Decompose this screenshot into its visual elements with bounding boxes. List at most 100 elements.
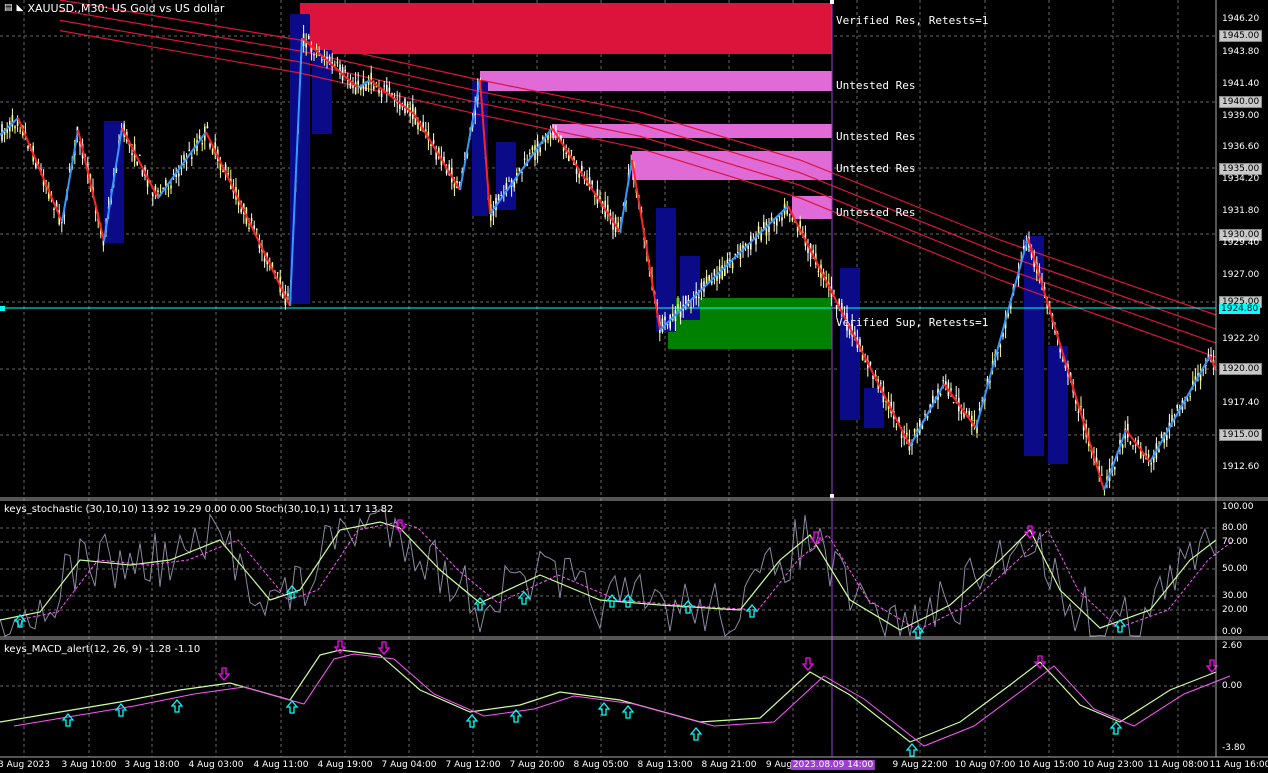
candle-body (1166, 434, 1168, 441)
candle-body (664, 316, 666, 321)
candle-body (960, 411, 963, 415)
candle-body (1186, 399, 1189, 402)
candle-body (1062, 359, 1064, 362)
arrow-up-icon (621, 704, 635, 719)
macd-title: keys_MACD_alert(12, 26, 9) -1.28 -1.10 (4, 644, 201, 655)
candle-body (518, 167, 521, 172)
zigzag-segment (157, 131, 207, 199)
chart-canvas[interactable] (0, 0, 1268, 773)
candle-body (250, 217, 253, 222)
chart-title: ▤ ◣ XAUUSD.,M30: US Gold vs US dollar (4, 2, 224, 15)
candle-body (1101, 474, 1103, 476)
zigzag-segment (631, 159, 661, 331)
price-tick: 1931.80 (1222, 206, 1260, 216)
zone-untested-res (792, 196, 832, 219)
time-label: 4 Aug 03:00 (188, 760, 244, 770)
candle-body (591, 180, 593, 185)
price-tick: 1936.60 (1222, 142, 1260, 152)
zigzag-segment (909, 383, 945, 447)
candle-body (240, 209, 242, 213)
time-label: 3 Aug 10:00 (61, 760, 117, 770)
candle-body (508, 180, 510, 182)
candle-body (529, 152, 531, 155)
macd-level: -3.80 (1222, 743, 1246, 753)
candle-body (287, 293, 289, 296)
arrow-up-icon (285, 699, 299, 714)
price-tick: 1927.00 (1222, 270, 1260, 280)
candle-body (913, 428, 916, 433)
time-label: 10 Aug 23:00 (1082, 760, 1144, 770)
zigzag-segment (1103, 429, 1127, 491)
toolbar-icon[interactable]: ◣ (17, 3, 24, 14)
candle-body (170, 185, 172, 189)
stoch-level: 70.00 (1222, 537, 1248, 547)
zigzag-segment (1149, 355, 1211, 463)
candle-body (1176, 405, 1178, 408)
time-label: 11 Aug 16:00 (1209, 760, 1268, 770)
price-level-boxed: 1940.00 (1219, 96, 1263, 108)
candle-body (365, 84, 367, 91)
vline-anchor-top (830, 0, 834, 4)
time-label: 8 Aug 13:00 (637, 760, 693, 770)
candle-body (786, 210, 788, 215)
candle-body (565, 152, 567, 155)
candle-body (531, 146, 534, 150)
candle-body (1158, 449, 1160, 453)
stoch-level: 0.00 (1222, 627, 1243, 637)
time-label: 3 Aug 2023 (0, 760, 50, 770)
zone-verified-res (300, 3, 832, 54)
hline-anchor (0, 306, 5, 311)
candle-body (1132, 445, 1134, 447)
arrow-up-icon (170, 698, 184, 713)
zigzag-segment (551, 127, 621, 233)
price-level-boxed: 1945.00 (1219, 30, 1263, 42)
stochastic-title: keys_stochastic (30,10,10) 13.92 19.29 0… (4, 504, 394, 515)
candle-body (222, 170, 224, 172)
candle-body (14, 126, 16, 129)
candle-body (334, 64, 336, 66)
volume-box (864, 388, 884, 428)
zigzag-segment (413, 113, 461, 191)
stoch-main-line (0, 521, 1217, 631)
candle-body (1147, 454, 1150, 458)
candle-body (209, 143, 211, 148)
time-label: 4 Aug 19:00 (317, 760, 373, 770)
price-tick: 1946.20 (1222, 14, 1260, 24)
candle-body (211, 149, 214, 154)
candle-body (880, 382, 882, 384)
candle-body (1080, 406, 1082, 408)
arrow-up-icon (465, 713, 479, 728)
candle-body (357, 80, 359, 85)
candle-body (167, 188, 170, 190)
crosshair-time-label: 2023.08.09 14:00 (790, 760, 876, 770)
candle-body (248, 227, 250, 230)
zigzag-segment (205, 131, 291, 307)
candle-body (1160, 434, 1163, 439)
chart-type-icon[interactable]: ▤ (4, 3, 13, 14)
time-label: 7 Aug 20:00 (509, 760, 565, 770)
candle-body (768, 226, 770, 233)
candle-body (227, 173, 229, 175)
candle-body (27, 145, 29, 149)
arrow-down-icon (217, 667, 231, 682)
stoch-level: 50.00 (1222, 564, 1248, 574)
candle-body (778, 216, 781, 218)
candle-body (391, 93, 393, 95)
stoch-level: 20.00 (1222, 605, 1248, 615)
candle-body (900, 435, 903, 439)
arrow-up-icon (745, 603, 759, 618)
candle-body (188, 149, 190, 151)
price-tick: 1941.40 (1222, 79, 1260, 89)
price-tick: 1912.60 (1222, 462, 1260, 472)
macd-level: 2.60 (1222, 641, 1243, 651)
candle-body (906, 432, 908, 435)
candle-body (432, 140, 435, 144)
candle-body (599, 196, 601, 199)
candle-body (380, 93, 383, 97)
candle-body (276, 272, 279, 274)
candle-body (781, 217, 783, 221)
zigzag-segment (943, 383, 977, 429)
candle-body (731, 262, 734, 269)
price-tick: 1922.20 (1222, 334, 1260, 344)
candle-body (336, 61, 339, 64)
